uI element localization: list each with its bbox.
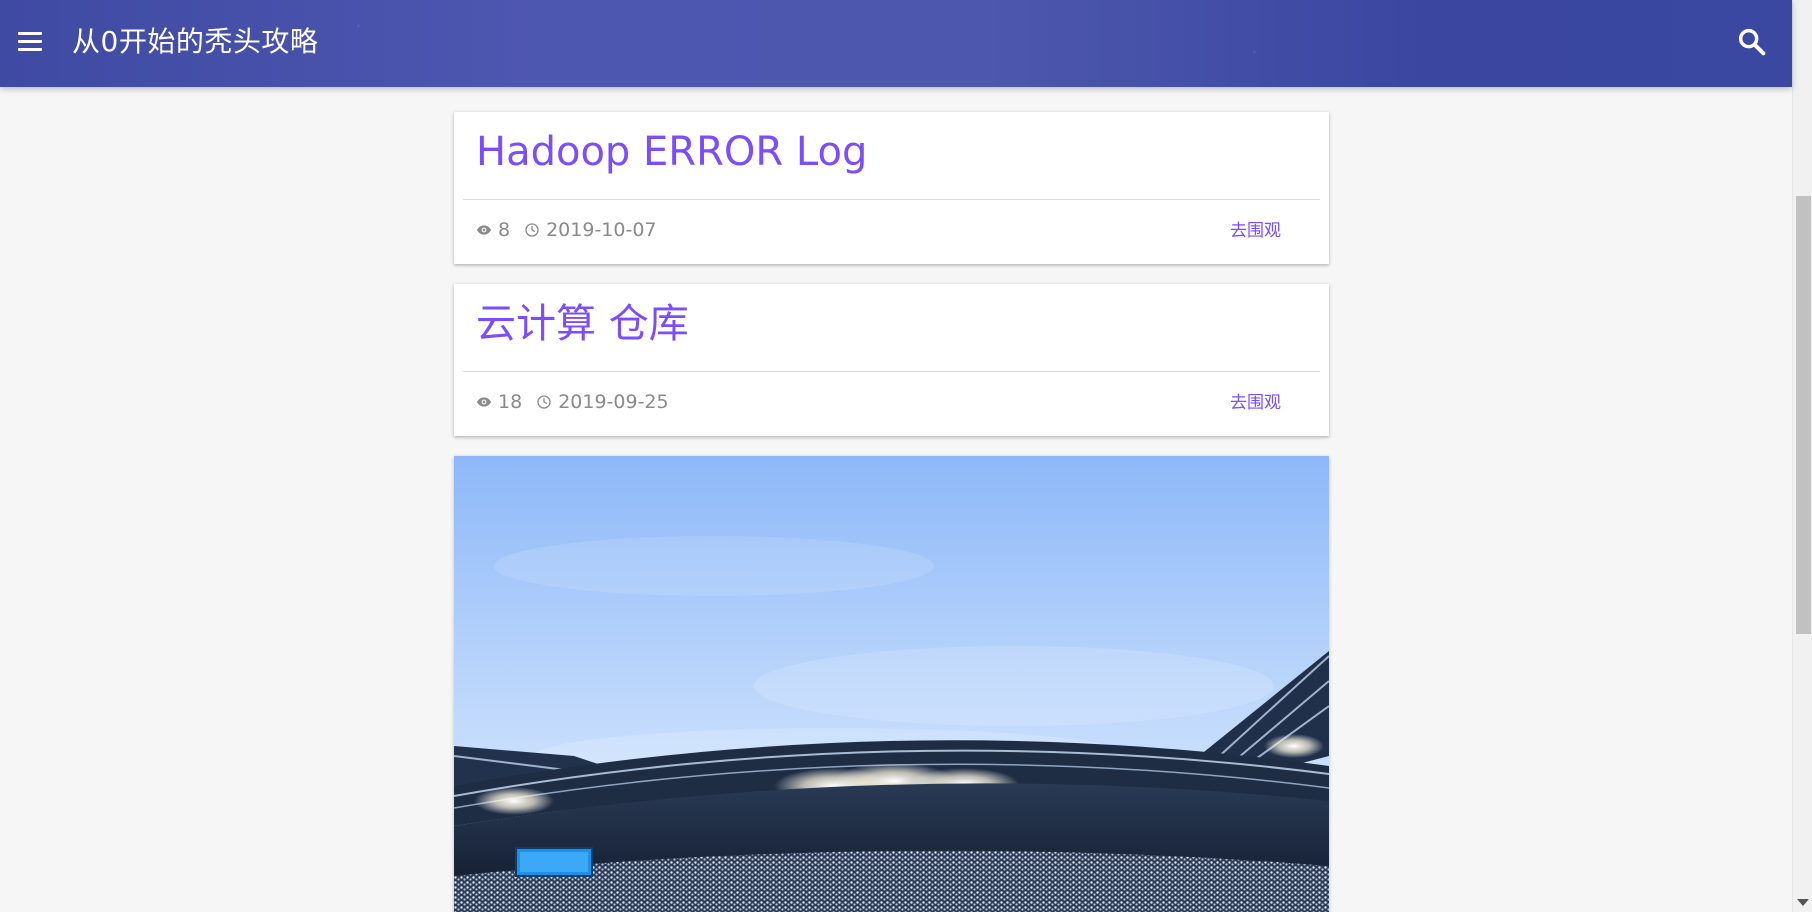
- view-count: 8: [498, 219, 511, 241]
- post-card: 云计算 仓库 18 2019-09-25 去围观: [454, 284, 1329, 436]
- view-post-link[interactable]: 去围观: [1230, 220, 1281, 242]
- site-title[interactable]: 从0开始的秃头攻略: [72, 22, 318, 62]
- post-meta: 8 2019-10-07: [476, 218, 657, 242]
- post-card: Hadoop ERROR Log 8 2019-10-07 去围观: [454, 112, 1329, 264]
- clock-icon: [537, 395, 551, 409]
- post-title[interactable]: 云计算 仓库: [476, 298, 689, 350]
- post-title[interactable]: Hadoop ERROR Log: [476, 126, 867, 178]
- post-date: 2019-09-25: [558, 391, 669, 413]
- card-divider: [463, 371, 1320, 372]
- page-scrollbar[interactable]: [1792, 0, 1812, 912]
- scrollbar-thumb[interactable]: [1796, 196, 1811, 634]
- scroll-down-icon[interactable]: [1797, 899, 1809, 906]
- post-cover-image[interactable]: [454, 456, 1329, 912]
- eye-icon: [477, 225, 491, 235]
- app-bar: 从0开始的秃头攻略: [0, 0, 1792, 87]
- view-count: 18: [498, 391, 523, 413]
- page: 从0开始的秃头攻略 Hadoop ERROR Log 8 2019-10-07: [0, 0, 1812, 912]
- menu-icon[interactable]: [14, 25, 46, 57]
- view-post-link[interactable]: 去围观: [1230, 392, 1281, 414]
- post-meta: 18 2019-09-25: [476, 390, 669, 414]
- search-icon[interactable]: [1736, 26, 1768, 58]
- card-divider: [463, 199, 1320, 200]
- eye-icon: [477, 397, 491, 407]
- clock-icon: [525, 223, 539, 237]
- post-date: 2019-10-07: [546, 219, 657, 241]
